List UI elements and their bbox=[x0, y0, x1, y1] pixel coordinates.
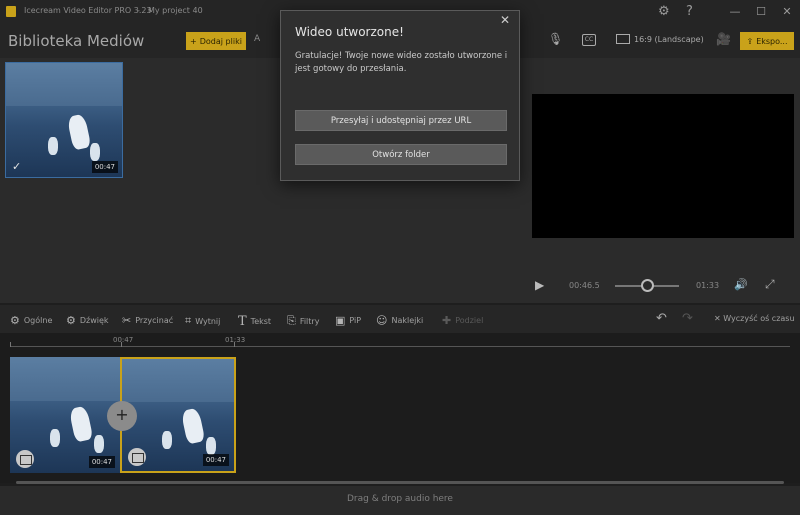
undo-icon[interactable]: ↶ bbox=[656, 311, 667, 326]
upload-share-url-button[interactable]: Przesyłaj i udostępniaj przez URL bbox=[295, 110, 507, 131]
volume-icon[interactable]: 🔊 bbox=[734, 278, 748, 291]
audio-drop-hint: Drag & drop audio here bbox=[347, 494, 453, 504]
ruler-mark-2: 01:33 bbox=[225, 336, 246, 344]
aspect-ratio-icon bbox=[616, 34, 630, 44]
timeline-clip-1[interactable]: 00:47 bbox=[10, 357, 120, 473]
project-name: My project 40 bbox=[148, 6, 203, 15]
sound-gear-icon: ⚙ bbox=[66, 314, 76, 327]
maximize-button[interactable]: ☐ bbox=[748, 0, 774, 24]
camera-icon[interactable]: 🎥 bbox=[716, 32, 731, 46]
tool-general-label: Ogólne bbox=[23, 316, 53, 325]
a-button[interactable]: A bbox=[254, 34, 260, 44]
timeline-ruler bbox=[10, 346, 790, 347]
dialog-close-icon[interactable]: ✕ bbox=[500, 13, 510, 27]
tool-text[interactable]: T Tekst bbox=[238, 314, 271, 329]
tool-crop[interactable]: ⌗ Wytnij bbox=[185, 314, 220, 328]
scissors-icon: ✂ bbox=[122, 314, 132, 327]
media-thumbnail[interactable]: ✓ 00:47 bbox=[5, 62, 123, 178]
aspect-ratio-label: 16:9 (Landscape) bbox=[634, 34, 704, 44]
add-transition-button[interactable]: + bbox=[107, 401, 137, 431]
tool-filters[interactable]: ⎘ Filtry bbox=[287, 314, 319, 328]
aspect-ratio-selector[interactable]: 16:9 (Landscape) bbox=[616, 34, 704, 44]
ruler-tick bbox=[10, 342, 11, 347]
video-created-dialog: ✕ Wideo utworzone! Gratulacje! Twoje now… bbox=[280, 10, 520, 181]
tool-filters-label: Filtry bbox=[299, 316, 320, 326]
filter-icon: ⎘ bbox=[287, 314, 296, 327]
close-icon: ✕ bbox=[714, 314, 724, 323]
export-button[interactable]: ⇪ Ekspo... bbox=[740, 32, 794, 50]
clear-timeline-label: Wyczyść oś czasu bbox=[723, 314, 795, 323]
media-library-title: Biblioteka Mediów bbox=[8, 32, 145, 50]
export-icon: ⇪ bbox=[746, 36, 754, 46]
microphone-icon[interactable]: 🎙 bbox=[548, 32, 563, 46]
redo-icon[interactable]: ↷ bbox=[682, 311, 693, 326]
edit-toolbar: ⚙ Ogólne ⚙ Dźwięk ✂ Przycinać ⌗ Wytnij T Teks… bbox=[0, 305, 800, 333]
tool-pip[interactable]: ▣ PiP bbox=[335, 314, 361, 327]
gear-icon[interactable]: ⚙ bbox=[658, 4, 670, 19]
tool-stickers[interactable]: ☺ Naklejki bbox=[376, 314, 423, 327]
clear-timeline-button[interactable]: ✕ Wyczyść oś czasu bbox=[714, 314, 795, 323]
close-window-button[interactable]: ✕ bbox=[774, 0, 800, 24]
timeline-clip-2[interactable]: 00:47 bbox=[120, 357, 236, 473]
tool-trim[interactable]: ✂ Przycinać bbox=[122, 314, 173, 327]
clip-2-duration: 00:47 bbox=[202, 454, 229, 466]
video-preview[interactable] bbox=[532, 94, 794, 238]
dialog-message: Gratulacje! Twoje nowe wideo zostało utw… bbox=[295, 51, 508, 74]
timeline-scrollbar[interactable] bbox=[16, 481, 784, 484]
checkmark-icon: ✓ bbox=[12, 160, 22, 173]
tool-trim-label: Przycinać bbox=[135, 316, 174, 325]
export-label: Ekspo... bbox=[756, 36, 788, 46]
tool-split[interactable]: ✚ Podziel bbox=[442, 314, 483, 327]
clip-1-duration: 00:47 bbox=[88, 456, 115, 468]
current-time: 00:46.5 bbox=[569, 281, 600, 290]
gear-icon: ⚙ bbox=[10, 314, 20, 327]
open-folder-button[interactable]: Otwórz folder bbox=[295, 144, 507, 165]
pip-icon: ▣ bbox=[335, 314, 346, 327]
text-icon: T bbox=[238, 314, 247, 329]
plus-icon: + bbox=[190, 36, 197, 46]
app-title: Icecream Video Editor PRO 3.23 bbox=[24, 6, 152, 15]
audio-drop-zone[interactable]: Drag & drop audio here bbox=[0, 486, 800, 515]
add-files-button[interactable]: + Dodaj pliki bbox=[186, 32, 246, 50]
add-files-label: Dodaj pliki bbox=[199, 36, 242, 46]
clip-settings-icon[interactable] bbox=[128, 448, 146, 466]
clip-settings-icon[interactable] bbox=[16, 450, 34, 468]
app-logo-icon bbox=[6, 6, 16, 17]
minimize-button[interactable]: — bbox=[722, 0, 748, 24]
title-separator: - bbox=[137, 6, 140, 15]
tool-sound-label: Dźwięk bbox=[79, 316, 109, 325]
tool-pip-label: PiP bbox=[349, 316, 362, 325]
sticker-icon: ☺ bbox=[376, 314, 388, 327]
seek-handle[interactable] bbox=[641, 279, 654, 292]
cc-icon[interactable]: CC bbox=[582, 34, 596, 46]
tool-crop-label: Wytnij bbox=[195, 316, 221, 326]
total-time: 01:33 bbox=[696, 281, 720, 290]
thumbnail-image bbox=[6, 63, 122, 177]
tool-text-label: Tekst bbox=[250, 317, 272, 326]
tool-general[interactable]: ⚙ Ogólne bbox=[10, 314, 52, 327]
tool-split-label: Podziel bbox=[455, 316, 484, 325]
dialog-title: Wideo utworzone! bbox=[295, 25, 404, 39]
ruler-mark-1: 00:47 bbox=[113, 336, 134, 344]
help-icon[interactable]: ? bbox=[686, 4, 693, 19]
window-controls: — ☐ ✕ bbox=[722, 0, 800, 24]
play-icon[interactable]: ▶ bbox=[535, 278, 544, 292]
crop-icon: ⌗ bbox=[185, 314, 192, 327]
fullscreen-icon[interactable]: ⤢ bbox=[765, 277, 775, 292]
thumbnail-duration: 00:47 bbox=[91, 161, 118, 173]
tool-sound[interactable]: ⚙ Dźwięk bbox=[66, 314, 109, 327]
tool-stickers-label: Naklejki bbox=[391, 316, 424, 325]
split-icon: ✚ bbox=[442, 314, 452, 327]
